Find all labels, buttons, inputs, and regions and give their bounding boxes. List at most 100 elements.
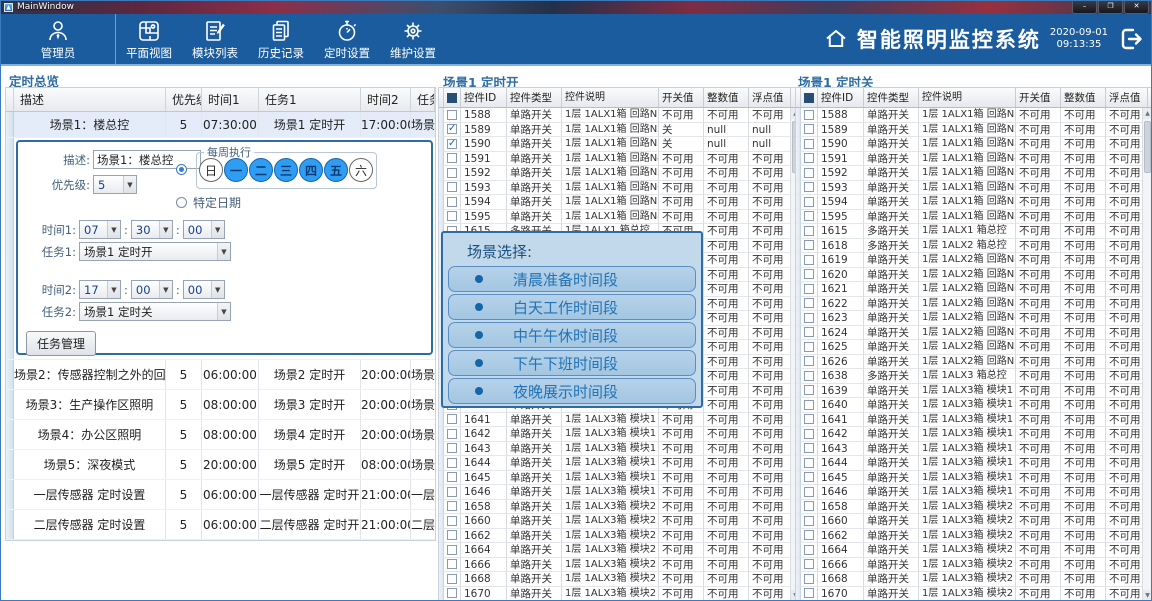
grid-row[interactable]: 1592 单路开关 1层 1ALX1箱 回路N5 不可用 不可用 不可用 (796, 166, 1152, 181)
row-checkbox[interactable] (804, 284, 814, 294)
row-checkbox[interactable] (804, 458, 814, 468)
grid-row[interactable]: 1591 单路开关 1层 1ALX1箱 回路N4 不可用 不可用 不可用 (796, 152, 1152, 167)
row-checkbox[interactable] (447, 487, 457, 497)
task-manage-button[interactable]: 任务管理 (26, 331, 96, 356)
row-checkbox[interactable] (804, 472, 814, 482)
timer-table-row[interactable]: 一层传感器 定时设置 5 06:00:00 一层传感器 定时开 21:00:00… (6, 480, 435, 510)
grid-row[interactable]: 1666 单路开关 1层 1ALX3箱 模块2 回路N13 不可用 不可用 不可… (796, 558, 1152, 573)
grid-row[interactable]: 1660 单路开关 1层 1ALX3箱 模块2 回路N10 不可用 不可用 不可… (439, 514, 800, 529)
row-checkbox[interactable] (447, 588, 457, 598)
grid-row[interactable]: 1589 单路开关 1层 1ALX1箱 回路N2 关 null null (439, 123, 800, 138)
row-checkbox[interactable] (804, 153, 814, 163)
row-checkbox[interactable] (804, 139, 814, 149)
row-checkbox[interactable] (447, 211, 457, 221)
window-titlebar[interactable]: ▲ MainWindow – ❐ ✕ (1, 1, 1151, 14)
row-checkbox[interactable] (447, 516, 457, 526)
timer-table-row[interactable]: 场景4：办公区照明 5 08:00:00 场景4 定时开 20:00:00 场景 (6, 420, 435, 450)
row-checkbox[interactable] (804, 429, 814, 439)
row-checkbox[interactable] (447, 110, 457, 120)
grid-row[interactable]: 1589 单路开关 1层 1ALX1箱 回路N2 不可用 不可用 不可用 (796, 123, 1152, 138)
grid-row[interactable]: 1662 单路开关 1层 1ALX3箱 模块2 回路N11 不可用 不可用 不可… (796, 529, 1152, 544)
timer-table-row[interactable]: 场景5：深夜模式 5 20:00:00 场景5 定时开 08:00:00 场景 (6, 450, 435, 480)
vertical-scrollbar[interactable]: ▲ ▼ (1142, 108, 1152, 601)
grid-row[interactable]: 1670 单路开关 1层 1ALX3箱 模块2 回路N15 不可用 不可用 不可… (796, 587, 1152, 601)
row-checkbox[interactable] (447, 124, 457, 134)
grid-row[interactable]: 1666 单路开关 1层 1ALX3箱 模块2 回路N13 不可用 不可用 不可… (439, 558, 800, 573)
grid-row[interactable]: 1660 单路开关 1层 1ALX3箱 模块2 回路N10 不可用 不可用 不可… (796, 514, 1152, 529)
row-checkbox[interactable] (447, 197, 457, 207)
weekday-toggle[interactable]: 三 (274, 158, 298, 182)
timer-table-row[interactable]: 场景2：传感器控制之外的回路 5 06:00:00 场景2 定时开 20:00:… (6, 360, 435, 390)
row-checkbox[interactable] (804, 588, 814, 598)
row-checkbox[interactable] (447, 501, 457, 511)
row-checkbox[interactable] (804, 487, 814, 497)
grid-row[interactable]: 1645 单路开关 1层 1ALX3箱 模块1 回路N2 不可用 不可用 不可用 (439, 471, 800, 486)
priority-select[interactable]: 5▼ (93, 175, 137, 194)
scroll-up-arrow[interactable]: ▲ (1143, 108, 1152, 119)
maximize-button[interactable]: ❐ (1098, 1, 1123, 14)
minimize-button[interactable]: – (1072, 1, 1097, 14)
grid-row[interactable]: 1638 多路开关 1层 1ALX3 箱总控 不可用 不可用 不可用 (796, 369, 1152, 384)
grid-row[interactable]: 1615 多路开关 1层 1ALX1 箱总控 不可用 不可用 不可用 (796, 224, 1152, 239)
grid-row[interactable]: 1622 单路开关 1层 1ALX2箱 回路N5 不可用 不可用 不可用 (796, 297, 1152, 312)
row-checkbox[interactable] (804, 501, 814, 511)
grid-row[interactable]: 1595 单路开关 1层 1ALX1箱 回路N8 不可用 不可用 不可用 (439, 210, 800, 225)
scroll-down-arrow[interactable]: ▼ (1143, 590, 1152, 601)
row-checkbox[interactable] (447, 530, 457, 540)
grid-row[interactable]: 1594 单路开关 1层 1ALX1箱 回路N7 不可用 不可用 不可用 (796, 195, 1152, 210)
grid-row[interactable]: 1592 单路开关 1层 1ALX1箱 回路N5 不可用 不可用 不可用 (439, 166, 800, 181)
grid-row[interactable]: 1641 单路开关 1层 1ALX3箱 模块1 回路N6 不可用 不可用 不可用 (439, 413, 800, 428)
select-all-checkbox[interactable] (804, 93, 814, 103)
row-checkbox[interactable] (804, 110, 814, 120)
row-checkbox[interactable] (447, 139, 457, 149)
specific-date-radio[interactable] (176, 197, 187, 208)
toolbar-item-module-list[interactable]: 模块列表 (182, 14, 248, 64)
grid-row[interactable]: 1668 单路开关 1层 1ALX3箱 模块2 回路N14 不可用 不可用 不可… (796, 572, 1152, 587)
toolbar-item-timer-settings[interactable]: 定时设置 (314, 14, 380, 64)
grid-row[interactable]: 1643 单路开关 1层 1ALX3箱 模块1 回路N4 不可用 不可用 不可用 (439, 442, 800, 457)
grid-row[interactable]: 1588 单路开关 1层 1ALX1箱 回路N1 不可用 不可用 不可用 (796, 108, 1152, 123)
grid-row[interactable]: 1624 单路开关 1层 1ALX2箱 回路N3 不可用 不可用 不可用 (796, 326, 1152, 341)
row-checkbox[interactable] (804, 182, 814, 192)
weekday-toggle[interactable]: 四 (299, 158, 323, 182)
row-checkbox[interactable] (804, 342, 814, 352)
grid-row[interactable]: 1670 单路开关 1层 1ALX3箱 模块2 回路N15 不可用 不可用 不可… (439, 587, 800, 601)
grid-row[interactable]: 1623 单路开关 1层 1ALX2箱 回路N4 不可用 不可用 不可用 (796, 311, 1152, 326)
grid-row[interactable]: 1644 单路开关 1层 1ALX3箱 模块1 回路N3 不可用 不可用 不可用 (796, 456, 1152, 471)
grid-row[interactable]: 1658 单路开关 1层 1ALX3箱 模块2 回路N9 不可用 不可用 不可用 (439, 500, 800, 515)
grid-row[interactable]: 1620 单路开关 1层 1ALX2箱 回路N7 不可用 不可用 不可用 (796, 268, 1152, 283)
grid-row[interactable]: 1646 单路开关 1层 1ALX3箱 模块1 回路N1 不可用 不可用 不可用 (796, 485, 1152, 500)
grid-row[interactable]: 1590 单路开关 1层 1ALX1箱 回路N3 关 null null (439, 137, 800, 152)
weekday-toggle[interactable]: 二 (249, 158, 273, 182)
row-checkbox[interactable] (447, 559, 457, 569)
scene-option-button[interactable]: 清晨准备时间段 (448, 266, 696, 292)
grid-row[interactable]: 1618 多路开关 1层 1ALX2 箱总控 不可用 不可用 不可用 (796, 239, 1152, 254)
logout-icon[interactable] (1117, 25, 1145, 53)
select-all-checkbox[interactable] (447, 93, 457, 103)
row-checkbox[interactable] (804, 240, 814, 250)
row-checkbox[interactable] (804, 269, 814, 279)
grid-row[interactable]: 1642 单路开关 1层 1ALX3箱 模块1 回路N5 不可用 不可用 不可用 (796, 427, 1152, 442)
grid-row[interactable]: 1642 单路开关 1层 1ALX3箱 模块1 回路N5 不可用 不可用 不可用 (439, 427, 800, 442)
row-checkbox[interactable] (804, 313, 814, 323)
row-checkbox[interactable] (804, 255, 814, 265)
close-button[interactable]: ✕ (1124, 1, 1149, 14)
scene-option-button[interactable]: 白天工作时间段 (448, 294, 696, 320)
row-checkbox[interactable] (804, 211, 814, 221)
grid-row[interactable]: 1644 单路开关 1层 1ALX3箱 模块1 回路N3 不可用 不可用 不可用 (439, 456, 800, 471)
row-checkbox[interactable] (447, 168, 457, 178)
toolbar-item-history[interactable]: 历史记录 (248, 14, 314, 64)
grid-row[interactable]: 1645 单路开关 1层 1ALX3箱 模块1 回路N2 不可用 不可用 不可用 (796, 471, 1152, 486)
grid-row[interactable]: 1641 单路开关 1层 1ALX3箱 模块1 回路N6 不可用 不可用 不可用 (796, 413, 1152, 428)
grid-row[interactable]: 1595 单路开关 1层 1ALX1箱 回路N8 不可用 不可用 不可用 (796, 210, 1152, 225)
grid-row[interactable]: 1621 单路开关 1层 1ALX2箱 回路N6 不可用 不可用 不可用 (796, 282, 1152, 297)
row-checkbox[interactable] (447, 153, 457, 163)
row-checkbox[interactable] (447, 182, 457, 192)
time1-minute-select[interactable]: 30▼ (131, 220, 173, 239)
timer-table-row[interactable]: 二层传感器 定时设置 5 06:00:00 二层传感器 定时开 21:00:00… (6, 510, 435, 540)
row-checkbox[interactable] (447, 545, 457, 555)
row-checkbox[interactable] (804, 559, 814, 569)
grid-row[interactable]: 1593 单路开关 1层 1ALX1箱 回路N6 不可用 不可用 不可用 (796, 181, 1152, 196)
time1-hour-select[interactable]: 07▼ (79, 220, 121, 239)
grid-row[interactable]: 1643 单路开关 1层 1ALX3箱 模块1 回路N4 不可用 不可用 不可用 (796, 442, 1152, 457)
